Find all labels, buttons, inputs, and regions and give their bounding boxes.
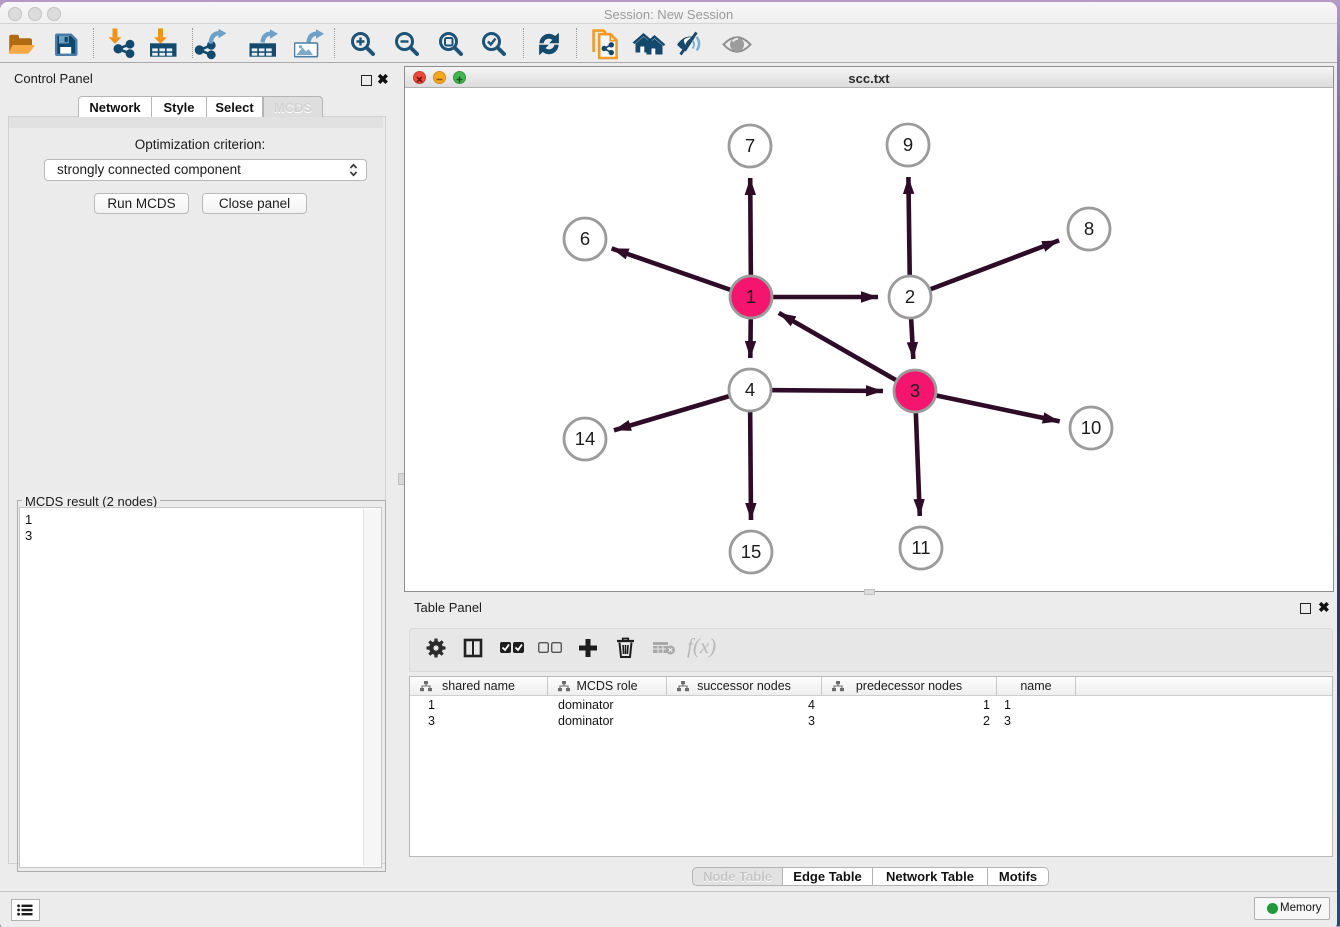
- svg-text:6: 6: [580, 228, 590, 249]
- svg-text:4: 4: [745, 379, 755, 400]
- svg-text:14: 14: [575, 428, 596, 449]
- svg-text:10: 10: [1081, 417, 1102, 438]
- svg-text:15: 15: [741, 541, 762, 562]
- svg-text:3: 3: [910, 380, 920, 401]
- svg-text:2: 2: [905, 286, 915, 307]
- svg-text:11: 11: [911, 537, 930, 558]
- svg-text:7: 7: [745, 135, 755, 156]
- svg-text:9: 9: [903, 134, 913, 155]
- svg-text:1: 1: [746, 286, 756, 307]
- svg-text:8: 8: [1084, 218, 1094, 239]
